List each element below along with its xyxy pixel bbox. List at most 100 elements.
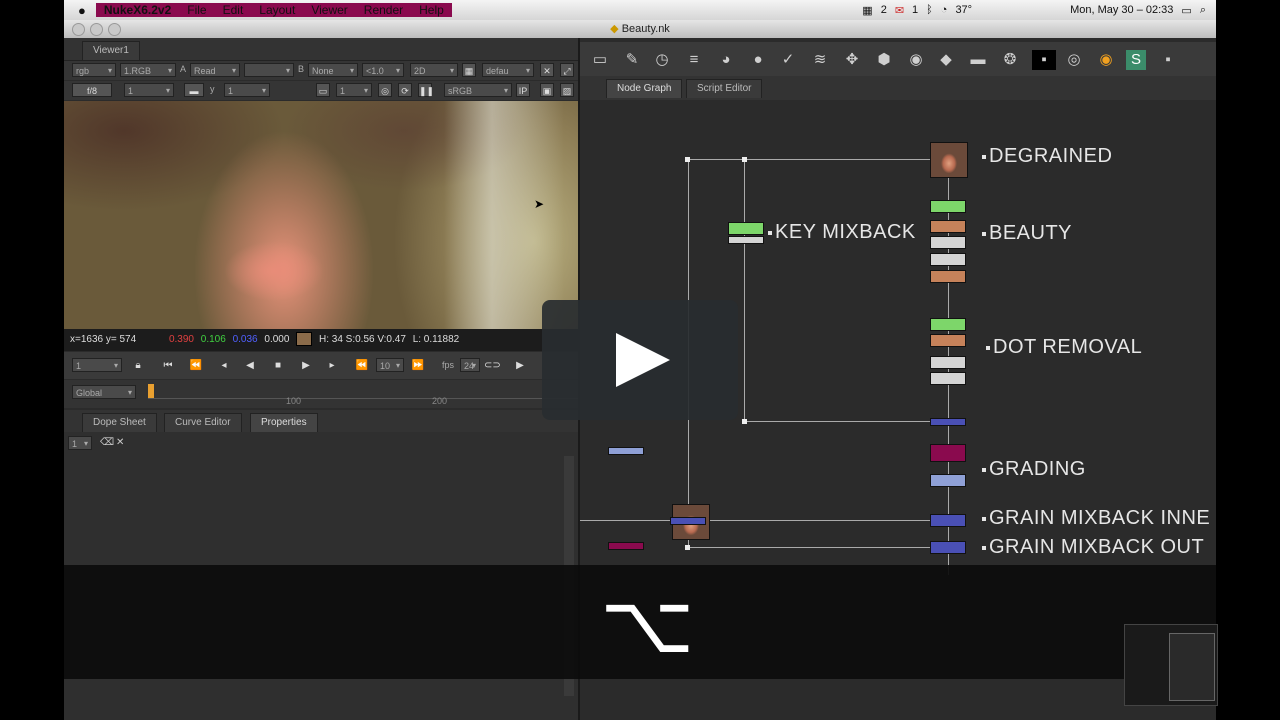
sapphire-icon[interactable]: S: [1126, 50, 1146, 70]
clear-panels-icon[interactable]: ⌫: [100, 437, 114, 448]
apple-menu-icon[interactable]: ●: [64, 3, 96, 18]
monitor-out-icon[interactable]: ▣: [540, 83, 554, 97]
colorspace-combo[interactable]: sRGB: [444, 83, 512, 98]
minimap-viewport[interactable]: [1169, 633, 1215, 701]
stop-icon[interactable]: ■: [270, 358, 286, 374]
bluetooth-icon[interactable]: ᛒ: [926, 4, 933, 16]
next-frame-icon[interactable]: ▸: [324, 358, 340, 374]
grain-node[interactable]: [670, 517, 706, 525]
range-mode-combo[interactable]: Global: [72, 385, 136, 400]
filter-icon[interactable]: ●: [748, 50, 768, 70]
proxy-combo[interactable]: 1: [336, 83, 372, 98]
lock-panels-icon[interactable]: ✕: [116, 437, 124, 448]
view-mode-combo[interactable]: 2D: [410, 63, 458, 78]
dot-node[interactable]: [742, 419, 747, 424]
dot-node[interactable]: [685, 545, 690, 550]
refresh-icon[interactable]: ⟳: [398, 83, 412, 97]
grading-node[interactable]: [930, 444, 966, 462]
plugin-icon[interactable]: ◉: [1096, 50, 1116, 70]
channels-combo[interactable]: rgb: [72, 63, 116, 78]
grain-mixback-outer-node[interactable]: [930, 541, 966, 554]
viewer-image[interactable]: ➤: [64, 101, 578, 329]
tab-viewer1[interactable]: Viewer1: [82, 41, 140, 60]
pause-update-icon[interactable]: ◎: [378, 83, 392, 97]
layer-combo[interactable]: 1.RGB: [120, 63, 176, 78]
grading-node[interactable]: [930, 474, 966, 487]
keyer-icon[interactable]: ✓: [778, 50, 798, 70]
grain-mixback-inner-node[interactable]: [930, 514, 966, 527]
toolsets-icon[interactable]: ▬: [968, 50, 988, 70]
menu-render[interactable]: Render: [355, 3, 412, 17]
first-frame-icon[interactable]: ⏮: [160, 358, 176, 374]
image-icon[interactable]: ▭: [590, 50, 610, 70]
playhead-icon[interactable]: [148, 384, 154, 398]
menu-help[interactable]: Help: [411, 3, 452, 17]
beauty-node[interactable]: [930, 253, 966, 266]
fit-icon[interactable]: ✕: [540, 63, 554, 77]
calendar-icon[interactable]: ▦: [862, 4, 872, 17]
max-panels-field[interactable]: 1: [68, 436, 92, 451]
app-menu[interactable]: NukeX6.2v2: [95, 3, 180, 17]
fps-field[interactable]: 24: [460, 358, 480, 373]
display-icon[interactable]: ▭: [1181, 4, 1191, 17]
timeline[interactable]: Global 100 200: [64, 380, 578, 408]
menu-layout[interactable]: Layout: [251, 3, 304, 17]
menu-edit[interactable]: Edit: [214, 3, 252, 17]
loop-icon[interactable]: ⊂⊃: [484, 358, 501, 374]
lut-combo[interactable]: defau: [482, 63, 534, 78]
prev-keyframe-icon[interactable]: ⏪: [188, 358, 204, 374]
views-icon[interactable]: ◉: [906, 50, 926, 70]
furnace-icon[interactable]: ▪: [1032, 50, 1056, 70]
transform-icon[interactable]: ✥: [842, 50, 862, 70]
video-play-button[interactable]: [542, 300, 738, 420]
wipe-icon[interactable]: ▨: [560, 83, 574, 97]
key-mixback-node[interactable]: [728, 236, 764, 244]
draw-icon[interactable]: ✎: [622, 50, 642, 70]
dot-removal-node[interactable]: [930, 356, 966, 369]
roi-icon[interactable]: ▭: [316, 83, 330, 97]
settings-icon[interactable]: ▦: [462, 63, 476, 77]
spotlight-icon[interactable]: ⌕: [1200, 4, 1206, 17]
dot-removal-node[interactable]: [930, 372, 966, 385]
3d-icon[interactable]: ⬢: [874, 50, 894, 70]
menu-file[interactable]: File: [179, 3, 215, 17]
backdrop-node[interactable]: [608, 447, 644, 455]
color-icon[interactable]: ◕: [716, 50, 736, 70]
beauty-node[interactable]: [930, 200, 966, 213]
dot-node[interactable]: [685, 157, 690, 162]
tab-curve-editor[interactable]: Curve Editor: [164, 413, 242, 432]
beauty-node[interactable]: [930, 220, 966, 233]
current-frame-field[interactable]: 1: [72, 358, 122, 373]
wifi-icon[interactable]: ◔: [941, 4, 948, 16]
extra-icon[interactable]: ▪: [1158, 50, 1178, 70]
metadata-icon[interactable]: ◆: [936, 50, 956, 70]
key-mixback-node[interactable]: [728, 222, 764, 235]
flipbook-icon[interactable]: ▶: [512, 358, 528, 374]
tab-script-editor[interactable]: Script Editor: [686, 79, 763, 98]
gain-slider-icon[interactable]: ▬: [184, 83, 204, 97]
node-graph-minimap[interactable]: [1124, 624, 1218, 706]
gamma-field[interactable]: 1: [224, 83, 270, 98]
play-backward-icon[interactable]: ◀: [242, 358, 258, 374]
a-input-combo[interactable]: Read: [190, 63, 240, 78]
prev-frame-icon[interactable]: ◂: [216, 358, 232, 374]
ip-icon[interactable]: IP: [516, 83, 530, 97]
time-icon[interactable]: ◷: [652, 50, 672, 70]
pause-icon[interactable]: ❚❚: [418, 83, 434, 97]
other-icon[interactable]: ❂: [1000, 50, 1020, 70]
minimize-window-icon[interactable]: [90, 23, 103, 36]
back-increment-icon[interactable]: ⏪: [354, 358, 370, 374]
dot-removal-node[interactable]: [930, 318, 966, 331]
tab-dope-sheet[interactable]: Dope Sheet: [82, 413, 157, 432]
merge-icon[interactable]: ≋: [810, 50, 830, 70]
zoom-window-icon[interactable]: [108, 23, 121, 36]
tab-properties[interactable]: Properties: [250, 413, 318, 432]
ocula-icon[interactable]: ◎: [1064, 50, 1084, 70]
beauty-node[interactable]: [930, 270, 966, 283]
read-node[interactable]: [608, 542, 644, 550]
close-window-icon[interactable]: [72, 23, 85, 36]
lock-icon[interactable]: 🔒︎: [130, 358, 146, 374]
beauty-node[interactable]: [930, 236, 966, 249]
forward-increment-icon[interactable]: ⏩: [410, 358, 426, 374]
dot-node[interactable]: [742, 157, 747, 162]
